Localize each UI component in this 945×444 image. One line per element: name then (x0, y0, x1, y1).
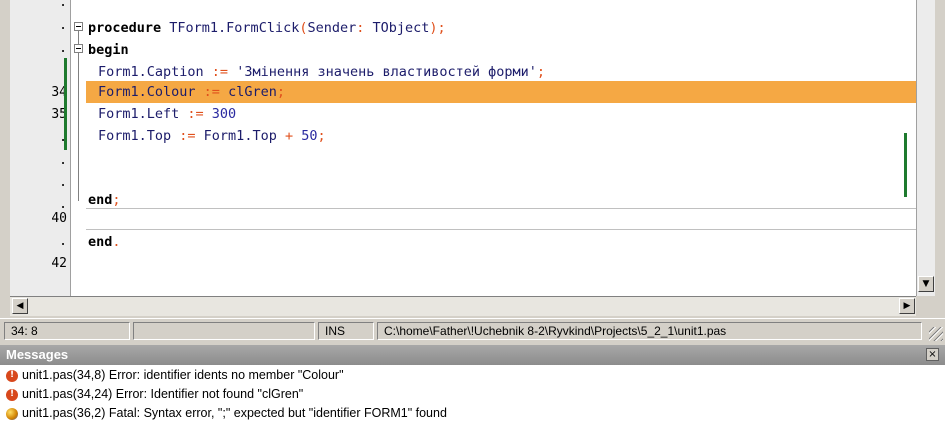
keyword: begin (88, 42, 129, 58)
fatal-icon (6, 407, 18, 420)
modified-line-marker (64, 58, 67, 150)
messages-title: Messages (6, 347, 69, 362)
code-line: procedure TForm1.FormClick(Sender: TObje… (88, 20, 446, 36)
scroll-down-button[interactable]: ▼ (918, 276, 934, 292)
message-item[interactable]: ! unit1.pas(34,8) Error: identifier iden… (6, 366, 344, 385)
arrow-left-icon: ◀ (16, 301, 24, 311)
message-text: unit1.pas(36,2) Fatal: Syntax error, ";"… (22, 406, 447, 420)
code-line: end. (88, 234, 121, 250)
scroll-left-button[interactable]: ◀ (12, 298, 28, 314)
horizontal-scrollbar[interactable] (10, 296, 916, 316)
line-number: 42 (51, 256, 67, 271)
status-bar: 34: 8 INS C:\home\Father\!Uchebnik 8-2\R… (0, 318, 945, 343)
line-number: 34 (51, 85, 67, 100)
messages-header: Messages × (0, 345, 945, 365)
code-line: begin (88, 39, 129, 61)
insert-mode: INS (318, 322, 374, 340)
error-icon: ! (6, 388, 18, 401)
code-line-current: Form1.Colour := clGren; (98, 84, 285, 100)
code-line: end; (88, 192, 121, 208)
fold-collapse-icon[interactable] (74, 22, 83, 31)
resize-grip[interactable] (929, 327, 943, 341)
line-number: . (59, 41, 67, 56)
line-number: . (10, 127, 67, 149)
code-line: Form1.Left := 300 (98, 106, 237, 122)
message-text: unit1.pas(34,8) Error: identifier idents… (22, 368, 344, 382)
message-text: unit1.pas(34,24) Error: Identifier not f… (22, 387, 304, 401)
procedure-separator (86, 229, 916, 230)
modified-region-marker (904, 133, 907, 197)
line-number: . (59, 153, 67, 168)
message-item[interactable]: unit1.pas(36,2) Fatal: Syntax error, ";"… (6, 404, 447, 423)
source-editor[interactable]: . . . 34 35 . . . . 40 . 42 procedure TF… (0, 0, 945, 316)
arrow-right-icon: ▶ (903, 301, 911, 311)
vertical-scrollbar[interactable] (916, 0, 935, 296)
messages-panel: Messages × ! unit1.pas(34,8) Error: iden… (0, 345, 945, 444)
cursor-position: 34: 8 (4, 322, 130, 340)
line-number: 40 (51, 211, 67, 226)
fold-guide (78, 53, 79, 201)
procedure-separator (86, 208, 916, 209)
line-number: . (59, 0, 67, 10)
message-item[interactable]: ! unit1.pas(34,24) Error: Identifier not… (6, 385, 303, 404)
line-number: 35 (51, 107, 67, 122)
code-line: Form1.Top := Form1.Top + 50; (98, 128, 326, 144)
line-number: . (59, 234, 67, 249)
line-number: . (59, 175, 67, 190)
arrow-down-icon: ▼ (922, 279, 930, 289)
error-icon: ! (6, 369, 18, 382)
keyword: end (88, 192, 113, 208)
file-path: C:\home\Father\!Uchebnik 8-2\Ryvkind\Pro… (377, 322, 922, 340)
line-number: . (59, 18, 67, 33)
scroll-right-button[interactable]: ▶ (899, 298, 915, 314)
keyword: procedure (88, 20, 162, 36)
code-area[interactable] (71, 0, 916, 296)
code-line: Form1.Caption := 'Змінення значень власт… (98, 64, 546, 80)
status-modified (133, 322, 315, 340)
fold-collapse-icon[interactable] (74, 44, 83, 53)
fold-guide (78, 31, 79, 44)
keyword: end (88, 234, 113, 250)
close-icon[interactable]: × (926, 348, 939, 361)
